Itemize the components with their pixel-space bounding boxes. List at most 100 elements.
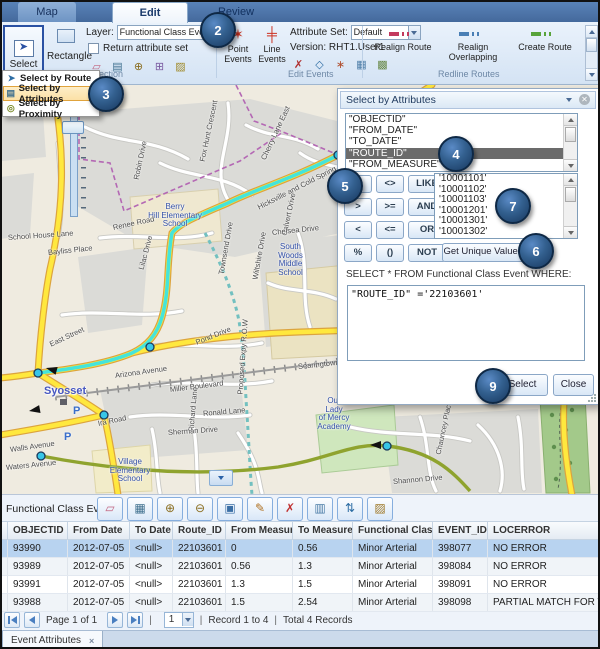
save-button[interactable]: ▣ <box>217 497 243 521</box>
tab-map[interactable]: Map <box>18 2 76 22</box>
scrollbar-thumb[interactable] <box>565 127 576 142</box>
scroll-down-icon[interactable] <box>564 159 577 171</box>
ribbon-scrollbar[interactable] <box>585 25 598 81</box>
scroll-down-icon[interactable] <box>564 226 577 238</box>
value-item[interactable]: '10001302' <box>435 227 577 238</box>
pan-to-selection-button[interactable]: ⊖ <box>187 497 213 521</box>
column-header-objectid[interactable]: OBJECTID <box>8 522 68 539</box>
select-dropdown-menu: ➤Select by Route▤Select by Attributes◎Se… <box>2 70 100 117</box>
table-row[interactable]: 939882012-07-05<null>221036011.52.54Mino… <box>0 594 600 612</box>
operator-button->=[interactable]: >= <box>376 198 404 216</box>
column-header-to-date[interactable]: To Date <box>130 522 173 539</box>
table-row[interactable]: 939902012-07-05<null>2210360100.56Minor … <box>0 540 600 558</box>
table-cell: Minor Arterial <box>353 594 433 611</box>
chevron-down-icon[interactable] <box>182 613 193 626</box>
column-header-route_id[interactable]: Route_ID <box>173 522 226 539</box>
switch-selection-button[interactable]: ▦ <box>127 497 153 521</box>
get-unique-values-button[interactable]: Get Unique Values <box>442 243 524 262</box>
operator-button-%[interactable]: % <box>344 244 372 262</box>
map-zoom-slider-thumb[interactable] <box>62 121 84 134</box>
scroll-up-icon[interactable] <box>564 114 577 126</box>
create-route-button[interactable]: Create Route <box>512 28 578 52</box>
zoom-to-selection-icon: ⊕ <box>158 498 182 519</box>
separator: | <box>149 615 152 626</box>
column-header-from-measure[interactable]: From Measure <box>226 522 293 539</box>
edit-events-group-label: Edit Events <box>288 69 334 79</box>
value-list-scrollbar[interactable] <box>563 174 577 238</box>
table-cell: PARTIAL MATCH FOR THE TO- <box>488 594 600 611</box>
close-icon[interactable]: ✕ <box>579 94 590 105</box>
table-cell: NO ERROR <box>488 576 600 593</box>
event-grid-icon[interactable]: ▩ <box>374 57 391 74</box>
operator-button-()[interactable]: () <box>376 244 404 262</box>
operator-button-<=[interactable]: <= <box>376 221 404 239</box>
scrollbar-thumb[interactable] <box>565 187 576 202</box>
realign-route-button[interactable]: Realign Route <box>370 28 436 52</box>
zoom-to-selected-icon[interactable]: ⊕ <box>130 59 147 76</box>
field-item[interactable]: "FROM_DATE" <box>346 125 577 136</box>
tab-event-attributes[interactable]: Event Attributes × <box>2 631 103 649</box>
save-icon: ▣ <box>218 498 242 519</box>
line-events-label: Line Events <box>258 44 286 64</box>
realign-route-label: Realign Route <box>374 42 431 52</box>
table-row[interactable]: 939912012-07-05<null>221036011.31.5Minor… <box>0 576 600 594</box>
clear-selection-button[interactable]: ▱ <box>97 497 123 521</box>
snap-event-icon[interactable]: ∗ <box>332 57 349 74</box>
table-cell: 0.56 <box>226 558 293 575</box>
select-by-attributes-icon: ▤ <box>6 88 16 99</box>
last-page-button[interactable] <box>127 612 143 628</box>
operator-button-<[interactable]: < <box>344 221 372 239</box>
map-pan-down-button[interactable] <box>209 470 233 486</box>
table-row[interactable]: 939892012-07-05<null>221036010.561.3Mino… <box>0 558 600 576</box>
operator-button-not[interactable]: NOT <box>408 244 446 262</box>
operator-button-<>[interactable]: <> <box>376 175 404 193</box>
row-handle[interactable] <box>0 558 8 575</box>
page-indicator: Page 1 of 1 <box>46 615 97 626</box>
dialog-title[interactable]: Select by Attributes <box>340 91 596 109</box>
dialog-menu-icon[interactable] <box>566 98 572 102</box>
attribute-window-button[interactable]: ▥ <box>307 497 333 521</box>
return-attribute-set-checkbox[interactable] <box>88 43 99 54</box>
zoom-to-selection-button[interactable]: ⊕ <box>157 497 183 521</box>
column-header-from-date[interactable]: From Date <box>68 522 130 539</box>
rectangle-button[interactable]: Rectangle <box>47 27 85 67</box>
scroll-down-icon[interactable] <box>586 68 597 80</box>
column-header-functional-class[interactable]: Functional Class <box>353 522 433 539</box>
resize-handle[interactable] <box>587 393 596 402</box>
page-number-select[interactable]: 1 <box>164 612 194 628</box>
attribute-table[interactable]: OBJECTIDFrom DateTo DateRoute_IDFrom Mea… <box>0 521 600 612</box>
menu-item-select-by-proximity[interactable]: ◎Select by Proximity <box>3 101 99 116</box>
previous-page-button[interactable] <box>24 612 40 628</box>
menu-item-label: Select by Proximity <box>19 98 96 120</box>
next-page-button[interactable] <box>107 612 123 628</box>
tab-edit[interactable]: Edit <box>112 2 188 23</box>
column-header-to-measure[interactable]: To Measure <box>293 522 353 539</box>
scroll-up-icon[interactable] <box>586 26 597 38</box>
select-by-attributes-dialog: Select by Attributes ✕ "OBJECTID""FROM_D… <box>337 88 599 405</box>
delete-records-button[interactable]: ✗ <box>277 497 303 521</box>
next-page-icon <box>112 616 118 624</box>
close-icon[interactable]: × <box>89 636 94 646</box>
column-header-event_id[interactable]: EVENT_ID <box>433 522 488 539</box>
field-item[interactable]: "OBJECTID" <box>346 114 577 125</box>
field-list-scrollbar[interactable] <box>563 114 577 171</box>
line-events-button[interactable]: ╪ Line Events <box>256 26 288 64</box>
edit-records-button[interactable]: ✎ <box>247 497 273 521</box>
select-button[interactable]: ➤ Select <box>3 25 44 72</box>
redline-routes-group-label: Redline Routes <box>438 69 500 79</box>
realign-overlapping-button[interactable]: Realign Overlapping <box>440 28 506 62</box>
column-header-locerror[interactable]: LOCERROR <box>488 522 600 539</box>
layers-icon[interactable]: ▨ <box>172 59 189 76</box>
sort-button[interactable]: ⇅ <box>337 497 363 521</box>
pan-to-selected-icon[interactable]: ⊞ <box>151 59 168 76</box>
row-handle[interactable] <box>0 540 8 557</box>
row-handle[interactable] <box>0 576 8 593</box>
place-label-syosset: Syosset <box>44 385 86 397</box>
row-handle[interactable] <box>0 594 8 611</box>
first-page-button[interactable] <box>4 612 20 628</box>
export-button[interactable]: ▨ <box>367 497 393 521</box>
value-item[interactable]: '10001101' <box>435 174 577 185</box>
scroll-up-icon[interactable] <box>564 174 577 186</box>
scrollbar-thumb[interactable] <box>586 38 597 52</box>
where-clause-input[interactable]: "ROUTE_ID" ='22103601' <box>347 285 585 361</box>
